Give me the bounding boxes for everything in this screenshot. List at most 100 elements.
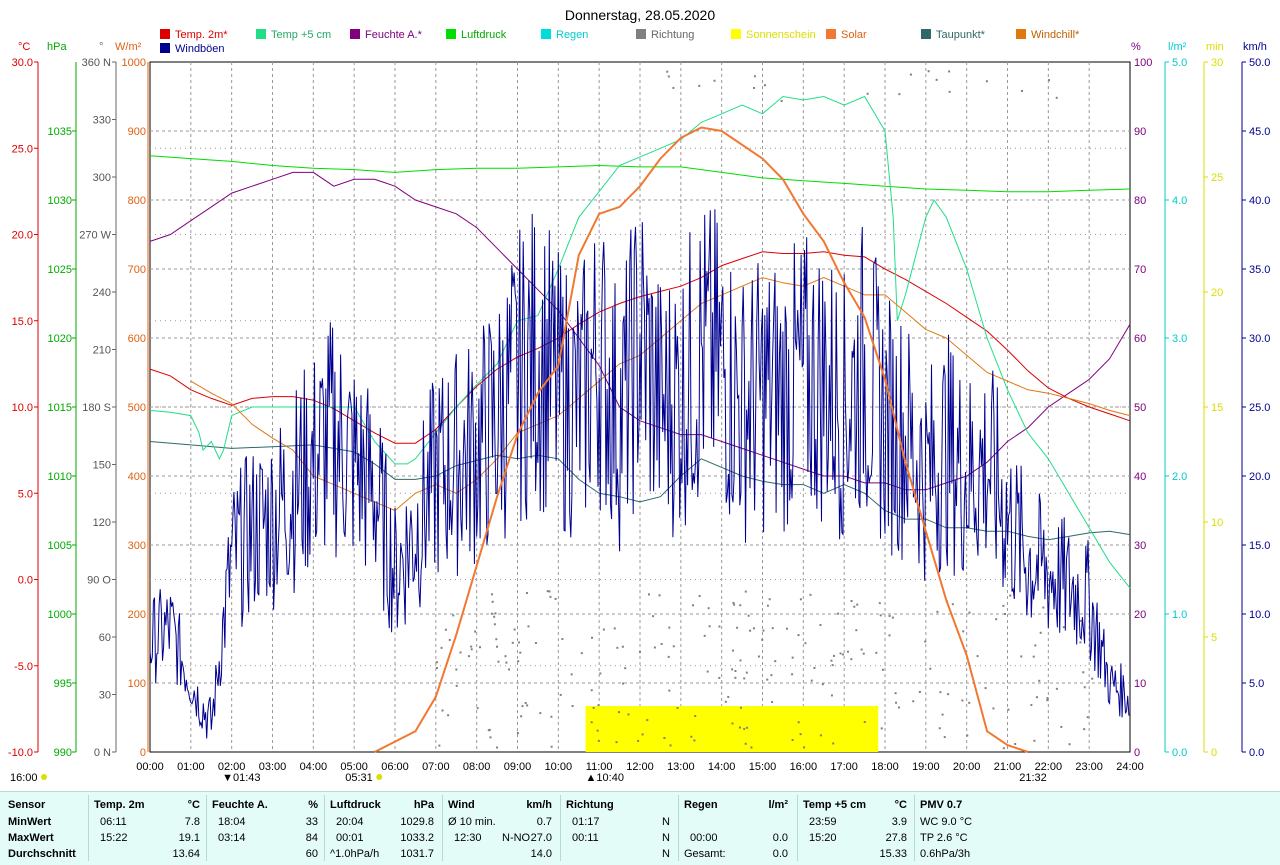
noon-time: ▲10:40 bbox=[586, 772, 624, 784]
direction-dot bbox=[504, 655, 507, 658]
direction-dot bbox=[766, 678, 769, 681]
direction-dot bbox=[757, 655, 760, 658]
direction-dot bbox=[517, 660, 520, 663]
humidity-max-time: 03:14 bbox=[218, 832, 246, 844]
time-tick-label: 00:00 bbox=[136, 761, 164, 773]
rain-tick-label: 0.0 bbox=[1172, 747, 1187, 759]
wind-tick-label: 15.0 bbox=[1249, 540, 1270, 552]
legend: Temp. 2m* Temp +5 cm Feuchte A.* Luftdruck R… bbox=[160, 29, 1080, 55]
direction-dot bbox=[768, 598, 771, 601]
wind-tick-label: 45.0 bbox=[1249, 126, 1270, 138]
direction-dot bbox=[591, 636, 594, 639]
sun-moon-markers: 16:00 ▼01:43 05:31 ▲10:40 21:32 bbox=[10, 772, 1047, 784]
humidity-min-value: 33 bbox=[305, 816, 318, 828]
direction-dot bbox=[791, 656, 794, 659]
pmv-windchill: WC 9.0 °C bbox=[920, 816, 973, 828]
rain-total-label: Gesamt: bbox=[684, 848, 726, 860]
direction-dot bbox=[771, 627, 774, 630]
pressure-tick-label: 1010 bbox=[48, 471, 72, 483]
direction-dot bbox=[939, 691, 942, 694]
time-tick-label: 15:00 bbox=[749, 761, 777, 773]
direction-dot bbox=[746, 726, 749, 729]
solar-tick-label: 900 bbox=[128, 126, 146, 138]
direction-dot bbox=[734, 670, 737, 673]
direction-dot bbox=[1086, 716, 1089, 719]
direction-dot bbox=[452, 614, 455, 617]
direction-dot bbox=[495, 638, 498, 641]
direction-dot bbox=[508, 668, 511, 671]
direction-dot bbox=[641, 733, 644, 736]
direction-dot bbox=[898, 93, 901, 96]
humidity-avg-value: 60 bbox=[305, 848, 318, 860]
legend-swatch bbox=[256, 29, 266, 39]
direction-dot bbox=[837, 612, 840, 615]
direction-dot bbox=[546, 590, 549, 593]
pressure-unit: hPa bbox=[413, 799, 434, 811]
pressure-avg-value: 1031.7 bbox=[400, 848, 434, 860]
axis-unit-label: °C bbox=[18, 41, 30, 53]
temp5cm-max-value: 27.8 bbox=[885, 832, 907, 844]
minutes-tick-label: 0 bbox=[1211, 747, 1217, 759]
direction-dot bbox=[766, 604, 769, 607]
rain-tick-label: 5.0 bbox=[1172, 57, 1187, 69]
direction-dot bbox=[718, 625, 721, 628]
humidity-tick-label: 10 bbox=[1134, 678, 1146, 690]
time-tick-label: 19:00 bbox=[912, 761, 940, 773]
direction-dot bbox=[879, 614, 882, 617]
direction-dot bbox=[1007, 708, 1010, 711]
time-tick-label: 10:00 bbox=[545, 761, 573, 773]
axis-unit-label: ° bbox=[99, 41, 103, 53]
legend-swatch bbox=[160, 43, 170, 53]
pressure-tick-label: 1025 bbox=[48, 264, 72, 276]
direction-dot bbox=[490, 593, 493, 596]
direction-dot bbox=[1046, 699, 1049, 702]
axis-unit-label: W/m² bbox=[115, 41, 142, 53]
humidity-tick-label: 70 bbox=[1134, 264, 1146, 276]
direction-dot bbox=[455, 668, 458, 671]
direction-tick-label: 90 O bbox=[87, 575, 111, 587]
wind-max-time: 12:30 bbox=[454, 832, 482, 844]
rain-header: Regen bbox=[684, 799, 718, 811]
direction-dot bbox=[550, 745, 553, 748]
solar-tick-label: 0 bbox=[140, 747, 146, 759]
direction-dot bbox=[738, 726, 741, 729]
temp5cm-avg-value: 15.33 bbox=[879, 848, 907, 860]
wind-tick-label: 0.0 bbox=[1249, 747, 1264, 759]
direction-dot bbox=[743, 677, 746, 680]
direction-tick-label: 30 bbox=[99, 690, 111, 702]
time-tick-label: 03:00 bbox=[259, 761, 287, 773]
temperature-tick-label: 0.0 bbox=[18, 575, 33, 587]
direction-dot bbox=[518, 641, 521, 644]
wind-min-value: 0.7 bbox=[536, 816, 552, 828]
legend-label: Solar bbox=[841, 29, 867, 41]
direction-dot bbox=[590, 689, 593, 692]
wind-tick-label: 40.0 bbox=[1249, 195, 1270, 207]
direction-dot bbox=[1046, 697, 1049, 700]
minutes-tick-label: 10 bbox=[1211, 517, 1223, 529]
direction-tick-label: 210 bbox=[93, 345, 111, 357]
rain-column: Regen l/m² 00:00 0.0 Gesamt: 0.0 bbox=[684, 792, 788, 865]
direction-dot bbox=[733, 603, 736, 606]
direction-dot bbox=[875, 651, 878, 654]
temperature-tick-label: 20.0 bbox=[12, 230, 33, 242]
direction-dot bbox=[491, 600, 494, 603]
direction-tick-label: 180 S bbox=[82, 402, 111, 414]
direction-dot bbox=[592, 706, 595, 709]
direction-dot bbox=[894, 692, 897, 695]
direction-dot bbox=[653, 646, 656, 649]
direction-dot bbox=[617, 711, 620, 714]
direction-dot bbox=[489, 736, 492, 739]
time-tick-label: 14:00 bbox=[708, 761, 736, 773]
direction-dot bbox=[941, 713, 944, 716]
direction-dot bbox=[1030, 704, 1033, 707]
direction-dot bbox=[524, 702, 527, 705]
direction-dot bbox=[516, 732, 519, 735]
time-tick-label: 18:00 bbox=[871, 761, 899, 773]
temp2m-unit: °C bbox=[187, 799, 200, 811]
time-axis: 00:00 01:00 02:00 03:00 04:00 05:00 06:00 07:00… bbox=[136, 761, 1144, 773]
direction-dot bbox=[762, 629, 765, 632]
humidity-max-value: 84 bbox=[305, 832, 318, 844]
legend-label: Richtung bbox=[651, 29, 694, 41]
legend-label: Luftdruck bbox=[461, 29, 507, 41]
direction-header: Richtung bbox=[566, 799, 614, 811]
